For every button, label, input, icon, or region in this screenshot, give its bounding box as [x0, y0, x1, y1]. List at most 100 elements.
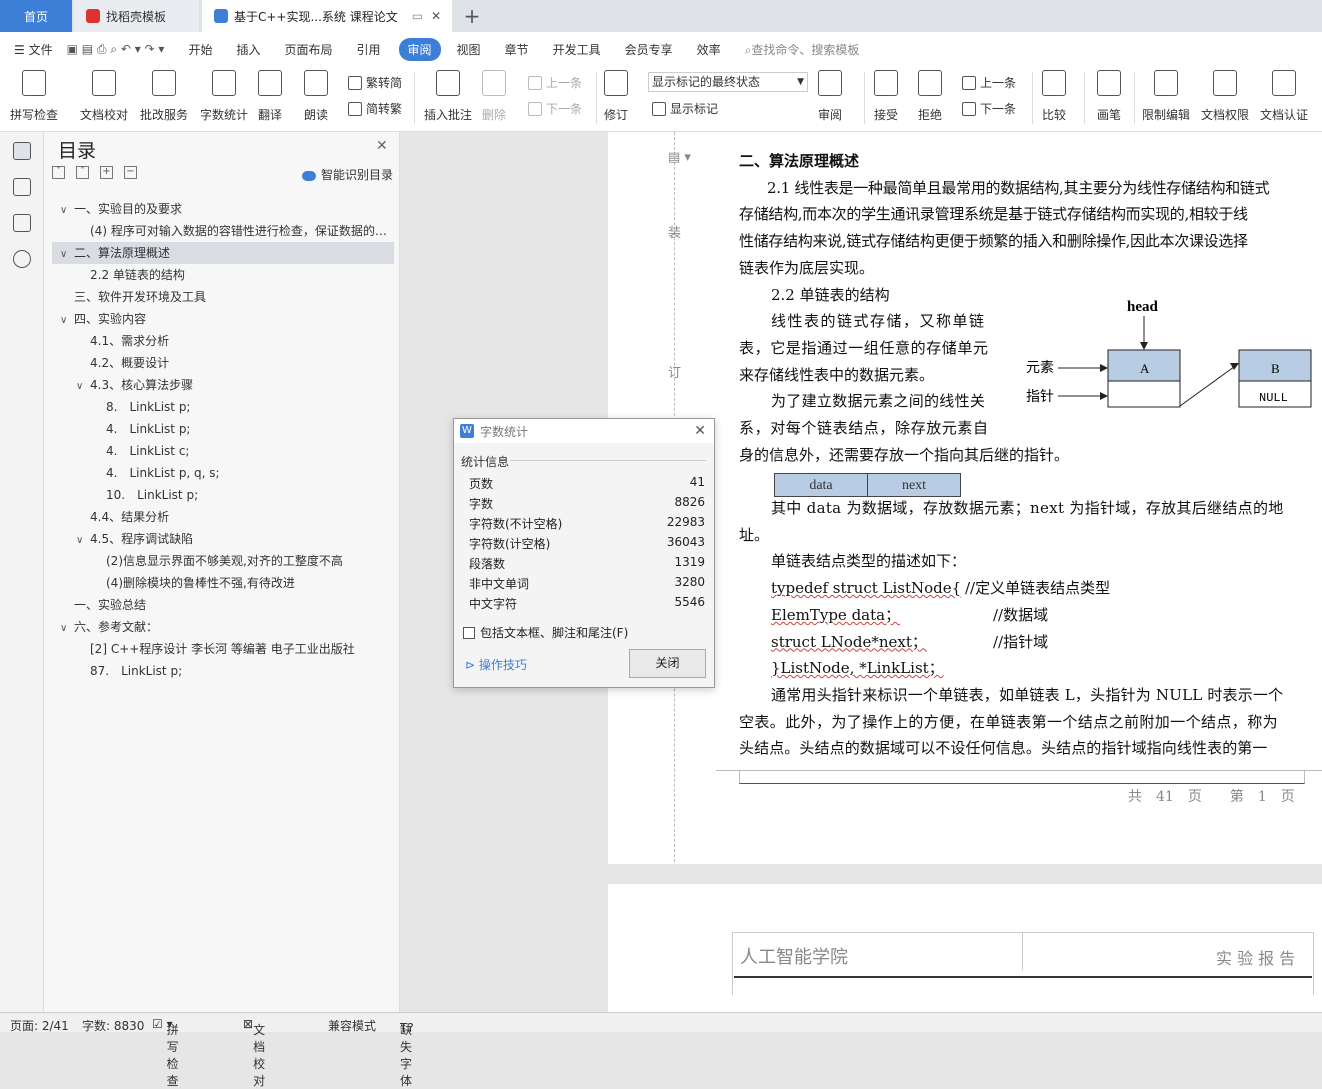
- doc-rights-icon: [1213, 70, 1237, 96]
- document-body-cont[interactable]: 其中 data 为数据域，存放数据元素；next 为指针域，存放其后继结点的地 …: [739, 495, 1284, 762]
- toc-item[interactable]: 4. LinkList p;: [52, 418, 394, 440]
- reject-label: 拒绝: [918, 108, 943, 122]
- menu-chapter[interactable]: 章节: [505, 41, 529, 58]
- spell-check-label: 拼写检查: [10, 108, 59, 122]
- page-options-icon[interactable]: ▤ ▾: [668, 150, 691, 165]
- show-markup-button[interactable]: 显示标记: [652, 100, 718, 117]
- tab-pin-icon[interactable]: ▭: [412, 9, 423, 23]
- smart-toc-button[interactable]: 智能识别目录: [302, 166, 393, 183]
- toc-item[interactable]: [2] C++程序设计 李长河 等编著 电子工业出版社: [52, 638, 394, 660]
- delete-comment-button[interactable]: 删除: [482, 70, 506, 123]
- revise-button[interactable]: 修订: [604, 70, 628, 123]
- include-textbox-checkbox[interactable]: 包括文本框、脚注和尾注(F): [463, 624, 628, 641]
- doc-check-button[interactable]: 文档校对: [80, 70, 128, 123]
- toc-item[interactable]: ∨ 一、实验目的及要求: [52, 198, 394, 220]
- menu-layout[interactable]: 页面布局: [284, 41, 332, 58]
- next-comment-button[interactable]: 下一条: [528, 100, 582, 117]
- toc-item[interactable]: 4. LinkList p, q, s;: [52, 462, 394, 484]
- close-icon[interactable]: ✕: [376, 138, 388, 154]
- toc-item[interactable]: 4.2、概要设计: [52, 352, 394, 374]
- translate-button[interactable]: 翻译: [258, 70, 282, 123]
- menu-efficiency[interactable]: 效率: [697, 41, 721, 58]
- new-tab-button[interactable]: +: [458, 0, 486, 32]
- toc-panel-icon[interactable]: [13, 142, 31, 160]
- pen-button[interactable]: 画笔: [1097, 70, 1121, 123]
- reject-button[interactable]: 拒绝: [918, 70, 942, 123]
- toc-item[interactable]: 2.2 单链表的结构: [52, 264, 394, 286]
- t2s-button[interactable]: 繁转简: [348, 74, 402, 91]
- toc-item[interactable]: (2)信息显示界面不够美观,对齐的工整度不高: [52, 550, 394, 572]
- structure-icon[interactable]: [13, 178, 31, 196]
- find-icon[interactable]: [13, 250, 31, 268]
- doc-certify-button[interactable]: 文档认证: [1260, 70, 1308, 123]
- tab-template[interactable]: 找稻壳模板: [74, 0, 199, 32]
- command-search[interactable]: ⌕查找命令、搜索模板: [745, 41, 860, 58]
- file-menu[interactable]: ☰ 文件: [14, 41, 53, 58]
- menu-member[interactable]: 会员专享: [625, 41, 673, 58]
- toc-item[interactable]: 三、软件开发环境及工具: [52, 286, 394, 308]
- toc-item[interactable]: 4.4、结果分析: [52, 506, 394, 528]
- toc-item-label: 4.3、核心算法步骤: [90, 378, 194, 392]
- tab-home[interactable]: 首页: [0, 0, 72, 32]
- toc-item[interactable]: ∨ 4.5、程序调试缺陷: [52, 528, 394, 550]
- chevron-down-icon[interactable]: ∨: [60, 244, 74, 264]
- prev-change-button[interactable]: 上一条: [962, 74, 1016, 91]
- menu-review[interactable]: 审阅: [398, 37, 441, 61]
- s2t-button[interactable]: 简转繁: [348, 100, 402, 117]
- menu-dev[interactable]: 开发工具: [553, 41, 601, 58]
- page-indicator[interactable]: 页面: 2/41: [10, 1017, 69, 1034]
- toc-item[interactable]: (4) 程序可对输入数据的容错性进行检查，保证数据的可靠性: [52, 220, 394, 242]
- toc-item[interactable]: ∨ 六、参考文献：: [52, 616, 394, 638]
- expand-all-icon[interactable]: ˄: [76, 166, 89, 179]
- tips-link[interactable]: ⊳ 操作技巧: [465, 656, 527, 673]
- quick-access-icons[interactable]: ▣ ▤ ⎙ ⌕ ↶ ▾ ↷ ▾: [67, 42, 165, 57]
- chevron-down-icon[interactable]: ∨: [76, 530, 90, 550]
- toc-item[interactable]: ∨ 二、算法原理概述: [52, 242, 394, 264]
- tab-document[interactable]: 基于C++实现...系统 课程论文 ▭ ✕: [202, 0, 452, 32]
- toc-item-label: 二、算法原理概述: [74, 246, 171, 260]
- toc-item[interactable]: 一、实验总结: [52, 594, 394, 616]
- dialog-close-icon[interactable]: ✕: [694, 423, 706, 439]
- prev-comment-button[interactable]: 上一条: [528, 74, 582, 91]
- word-count-indicator[interactable]: 字数: 8830: [82, 1017, 144, 1034]
- add-heading-icon[interactable]: +: [100, 166, 113, 179]
- close-button[interactable]: 关闭: [629, 649, 706, 678]
- batch-service-button[interactable]: 批改服务: [140, 70, 188, 123]
- compare-button[interactable]: 比较: [1042, 70, 1066, 123]
- toc-item[interactable]: 4.1、需求分析: [52, 330, 394, 352]
- doc-rights-button[interactable]: 文档权限: [1201, 70, 1249, 123]
- ribbon-divider: [1032, 72, 1033, 124]
- toc-item[interactable]: ∨ 四、实验内容: [52, 308, 394, 330]
- toc-item[interactable]: (4)删除模块的鲁棒性不强,有待改进: [52, 572, 394, 594]
- menu-start[interactable]: 开始: [188, 41, 212, 58]
- remove-heading-icon[interactable]: −: [124, 166, 137, 179]
- spell-check-status[interactable]: ☑ 拼写检查 ▾: [152, 1017, 179, 1088]
- toc-item[interactable]: 87. LinkList p;: [52, 660, 394, 682]
- doc-check-status[interactable]: ⊠ 文档校对: [243, 1017, 265, 1088]
- toc-item[interactable]: 10. LinkList p;: [52, 484, 394, 506]
- chevron-down-icon[interactable]: ∨: [76, 376, 90, 396]
- collapse-all-icon[interactable]: ˅: [52, 166, 65, 179]
- dialog-titlebar[interactable]: W 字数统计: [454, 419, 714, 443]
- chevron-down-icon[interactable]: ∨: [60, 310, 74, 330]
- word-count-button[interactable]: 字数统计: [200, 70, 248, 123]
- bookmark-icon[interactable]: [13, 214, 31, 232]
- markup-state-select[interactable]: 显示标记的最终状态 ▼: [648, 72, 808, 92]
- restrict-edit-button[interactable]: 限制编辑: [1142, 70, 1190, 123]
- chevron-down-icon[interactable]: ∨: [60, 618, 74, 638]
- menu-insert[interactable]: 插入: [236, 41, 260, 58]
- toc-item[interactable]: 8. LinkList p;: [52, 396, 394, 418]
- insert-comment-button[interactable]: 插入批注: [424, 70, 472, 123]
- tab-close-icon[interactable]: ✕: [431, 9, 441, 23]
- next-change-button[interactable]: 下一条: [962, 100, 1016, 117]
- spell-check-button[interactable]: 拼写检查: [10, 70, 58, 123]
- toc-item[interactable]: ∨ 4.3、核心算法步骤: [52, 374, 394, 396]
- stats-row: 字数 8826: [469, 495, 705, 512]
- chevron-down-icon[interactable]: ∨: [60, 200, 74, 220]
- menu-view[interactable]: 视图: [457, 41, 481, 58]
- menu-reference[interactable]: 引用: [357, 41, 381, 58]
- review-pane-button[interactable]: 审阅: [818, 70, 842, 123]
- accept-button[interactable]: 接受: [874, 70, 898, 123]
- toc-item[interactable]: 4. LinkList c;: [52, 440, 394, 462]
- read-aloud-button[interactable]: 朗读: [304, 70, 328, 123]
